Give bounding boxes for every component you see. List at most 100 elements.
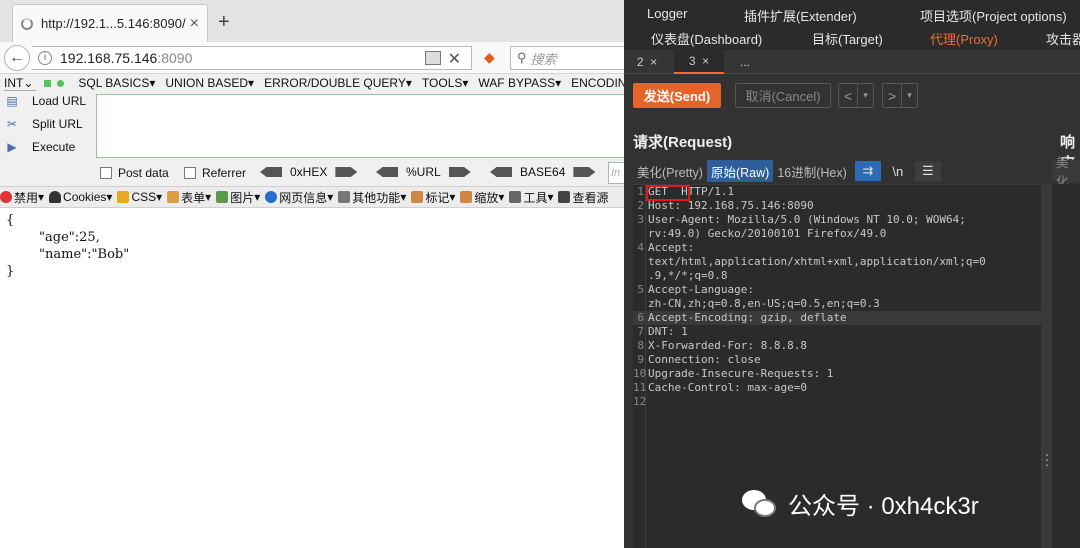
request-line: 10 Upgrade-Insecure-Requests: 1 (633, 367, 1041, 381)
view-raw-tab[interactable]: 原始(Raw) (706, 160, 774, 182)
wd-view-source[interactable]: 查看源 (558, 189, 609, 206)
response-pretty-tab[interactable]: 美化 (1052, 156, 1080, 189)
wd-disable[interactable]: 禁用 ▾ (0, 189, 44, 206)
line-number: 3 (637, 213, 644, 226)
new-tab-button[interactable]: + (218, 12, 230, 32)
url-port: :8090 (157, 50, 193, 66)
editor-scrollbar[interactable] (1041, 184, 1052, 548)
wd-page-info[interactable]: 网页信息 ▾ (265, 189, 333, 206)
subtab-more[interactable]: ... (728, 50, 762, 74)
hackbar-menu-sql-basics[interactable]: SQL BASICS▾ (78, 76, 155, 90)
hackbar-menu-union-based[interactable]: UNION BASED▾ (165, 76, 254, 90)
newline-icon[interactable]: \n (885, 161, 911, 181)
tab-logger[interactable]: Logger (647, 6, 687, 21)
info-icon[interactable]: i (38, 51, 52, 65)
line-text: Host: 192.168.75.146:8090 (648, 199, 814, 212)
execute-button[interactable]: ▶ Execute (4, 140, 75, 154)
response-panel (1052, 184, 1080, 548)
wd-outline[interactable]: 标记 ▾ (411, 189, 455, 206)
request-line: text/html,application/xhtml+xml,applicat… (633, 255, 1041, 269)
watermark-text: 公众号 · 0xh4ck3r (788, 493, 979, 520)
hex-encoder[interactable]: 0xHEX (252, 165, 365, 179)
load-url-button[interactable]: ▤ Load URL (4, 94, 86, 108)
search-icon: ⚲ (517, 50, 527, 65)
encoder-input[interactable]: In (608, 162, 624, 184)
post-data-checkbox[interactable]: Post data (100, 166, 169, 180)
post-data-label: Post data (118, 166, 169, 180)
base64-label: BASE64 (520, 165, 566, 179)
send-button[interactable]: 发送(Send) (633, 83, 721, 108)
search-input[interactable]: ⚲ 搜索 (510, 46, 624, 70)
wd-css[interactable]: CSS ▾ (117, 190, 162, 204)
hackbar-menu-encoding[interactable]: ENCODIN (571, 76, 624, 90)
browser-tabbar: http://192.1...5.146:8090/ × + (0, 0, 624, 42)
split-url-button[interactable]: ✂ Split URL (4, 117, 83, 131)
browser-tab[interactable]: http://192.1...5.146:8090/ × (12, 4, 208, 42)
hackbar-menu-waf-bypass[interactable]: WAF BYPASS▾ (478, 76, 561, 90)
line-text: Accept-Language: (648, 283, 754, 296)
load-url-label: Load URL (32, 94, 87, 108)
tab-title: http://192.1...5.146:8090/ (41, 16, 186, 31)
referrer-checkbox[interactable]: Referrer (184, 166, 246, 180)
wd-forms[interactable]: 表单 ▾ (167, 189, 211, 206)
line-text: Connection: close (648, 353, 761, 366)
close-icon: × (702, 54, 710, 68)
base64-encoder[interactable]: BASE64 (482, 165, 603, 179)
wd-misc[interactable]: 其他功能 ▾ (338, 189, 406, 206)
tab-project-options[interactable]: 项目选项(Project options) (920, 6, 1067, 25)
request-line: 6 Accept-Encoding: gzip, deflate (633, 311, 1041, 325)
line-text: zh-CN,zh;q=0.8,en-US;q=0.5,en;q=0.3 (648, 297, 880, 310)
clear-url-icon[interactable]: ✕ (448, 49, 461, 69)
tab-dashboard[interactable]: 仪表盘(Dashboard) (651, 29, 762, 48)
tab-target[interactable]: 目标(Target) (812, 29, 883, 48)
request-line: 3 User-Agent: Mozilla/5.0 (Windows NT 10.… (633, 213, 1041, 227)
wd-cookies[interactable]: Cookies ▾ (49, 190, 112, 204)
wd-resize[interactable]: 缩放 ▾ (460, 189, 504, 206)
hackbar-menu-tools[interactable]: TOOLS▾ (422, 76, 469, 90)
request-line: 4 Accept: (633, 241, 1041, 255)
line-number: 2 (637, 199, 644, 212)
line-number: 7 (637, 325, 644, 338)
hackbar-menu-error-double[interactable]: ERROR/DOUBLE QUERY▾ (264, 76, 412, 90)
url-bar[interactable]: i 192.168.75.146:8090 ✕ (32, 46, 472, 70)
chevron-right-icon: > (888, 87, 897, 104)
wd-tools[interactable]: 工具 ▾ (509, 189, 553, 206)
wrap-lines-icon[interactable]: ⇉ (854, 161, 881, 181)
subtab-2[interactable]: 2 × (624, 50, 670, 74)
encode-arrow-icon (335, 167, 358, 177)
line-text: Accept-Encoding: gzip, deflate (648, 311, 847, 324)
back-button[interactable]: ← (4, 45, 30, 71)
extension-icon[interactable]: ◆ (484, 49, 495, 66)
request-line: 8 X-Forwarded-For: 8.8.8.8 (633, 339, 1041, 353)
split-url-icon: ✂ (6, 117, 18, 131)
decode-arrow-icon (260, 167, 282, 177)
wd-images[interactable]: 图片 ▾ (216, 189, 260, 206)
load-url-icon: ▤ (6, 94, 18, 108)
chevron-left-icon: < (844, 87, 853, 104)
line-number: 11 (633, 381, 647, 394)
url-encoder[interactable]: %URL (368, 165, 479, 179)
hackbar-type-select[interactable]: INT ⌄ (4, 75, 37, 91)
close-icon: × (650, 55, 658, 69)
hackbar-url-textarea[interactable] (96, 94, 624, 158)
request-line: 1 GET HTTP/1.1 (633, 185, 1041, 199)
history-forward-button[interactable]: > ▾ (882, 83, 918, 108)
tab-proxy[interactable]: 代理(Proxy) (930, 29, 998, 48)
line-number: 1 (637, 185, 644, 198)
subtab-3[interactable]: 3 × (674, 50, 724, 74)
history-back-button[interactable]: < ▾ (838, 83, 874, 108)
line-number: 8 (637, 339, 644, 352)
view-pretty-tab[interactable]: 美化(Pretty) (633, 160, 707, 182)
navigation-bar: ← i 192.168.75.146:8090 ✕ ◆ ⚲ 搜索 (0, 42, 624, 74)
split-url-label: Split URL (32, 117, 83, 131)
tab-intruder[interactable]: 攻击器 (1046, 29, 1080, 48)
cancel-button[interactable]: 取消(Cancel) (735, 83, 831, 108)
reader-icon[interactable] (425, 51, 441, 65)
more-options-icon[interactable]: · · · (1042, 447, 1052, 471)
menu-label: UNION BASED (165, 76, 249, 90)
view-hex-tab[interactable]: 16进制(Hex) (773, 160, 850, 182)
close-tab-icon[interactable]: × (190, 15, 199, 33)
tab-extender[interactable]: 插件扩展(Extender) (744, 6, 857, 25)
url-label: %URL (406, 165, 441, 179)
menu-icon[interactable]: ☰ (914, 161, 941, 181)
